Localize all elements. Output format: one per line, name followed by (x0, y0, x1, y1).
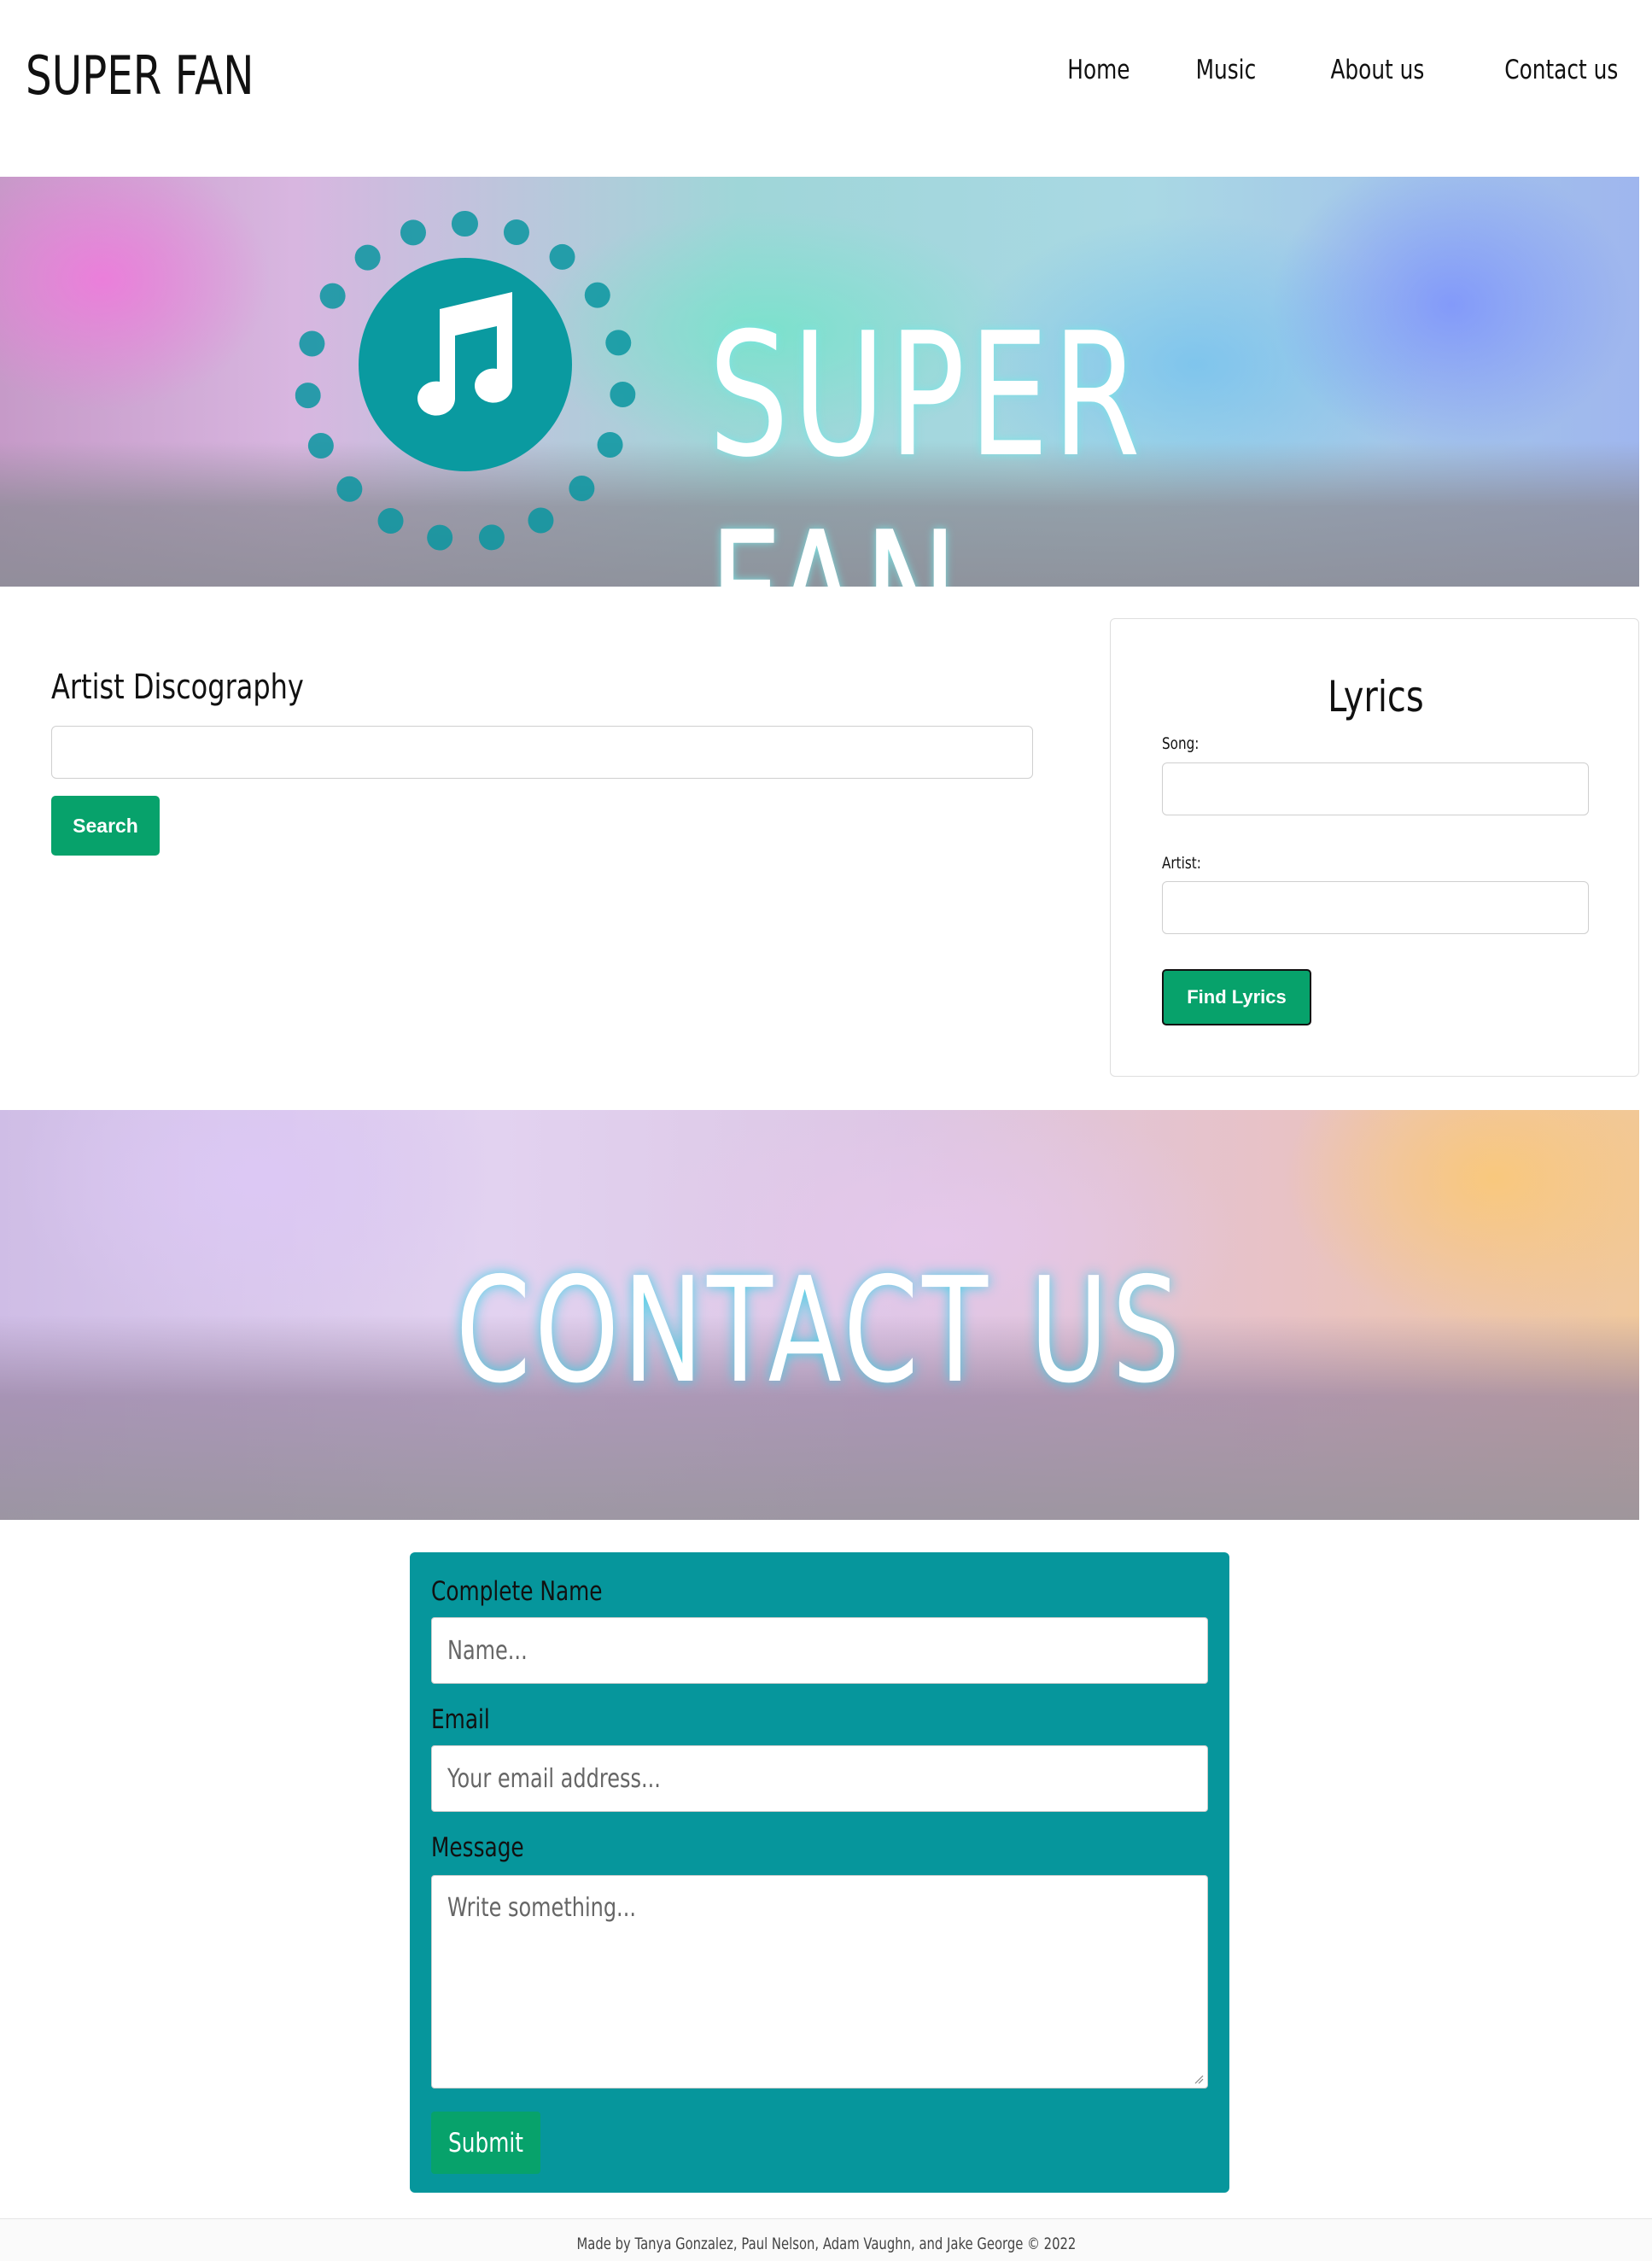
site-header: SUPER FAN Home Music About us Contact us (0, 0, 1652, 177)
discography-title: Artist Discography (51, 668, 304, 707)
message-field[interactable]: Write something... (431, 1875, 1208, 2089)
site-footer: Made by Tanya Gonzalez, Paul Nelson, Ada… (0, 2218, 1652, 2261)
footer-credits: Made by Tanya Gonzalez, Paul Nelson, Ada… (576, 2235, 1076, 2253)
submit-button[interactable]: Submit (431, 2112, 540, 2174)
resize-grip-icon[interactable] (1194, 2074, 1204, 2084)
artist-input[interactable] (1162, 881, 1589, 934)
main-nav: Home Music About us Contact us (1001, 55, 1618, 85)
discography-section: Artist Discography Search (51, 668, 1033, 856)
email-placeholder: Your email address... (447, 1763, 661, 1794)
contact-banner: CONTACT US (0, 1110, 1639, 1520)
lyrics-title: Lyrics (1327, 672, 1424, 722)
email-field[interactable]: Your email address... (431, 1745, 1208, 1812)
song-label: Song: (1162, 734, 1200, 753)
contact-title: CONTACT US (455, 1247, 1184, 1416)
message-label: Message (431, 1832, 524, 1863)
nav-contact-us[interactable]: Contact us (1504, 55, 1618, 85)
brand-logo-text[interactable]: SUPER FAN (26, 44, 254, 107)
artist-label: Artist: (1162, 854, 1201, 873)
song-input[interactable] (1162, 762, 1589, 815)
submit-label: Submit (448, 2127, 523, 2159)
name-field[interactable]: Name... (431, 1617, 1208, 1684)
name-label: Complete Name (431, 1576, 603, 1607)
contact-form: Complete Name Name... Email Your email a… (410, 1552, 1229, 2193)
artist-search-input[interactable] (51, 726, 1033, 779)
email-label: Email (431, 1704, 490, 1735)
music-note-icon (417, 292, 512, 416)
nav-about-us[interactable]: About us (1331, 55, 1425, 85)
name-placeholder: Name... (447, 1635, 528, 1666)
nav-home[interactable]: Home (1067, 55, 1130, 85)
nav-music[interactable]: Music (1196, 55, 1257, 85)
hero-banner: SUPER FAN (0, 177, 1639, 587)
find-lyrics-button[interactable]: Find Lyrics (1162, 969, 1311, 1025)
hero-title: SUPER FAN (709, 296, 1145, 587)
message-placeholder: Write something... (447, 1893, 636, 1923)
lyrics-card: Lyrics Song: Artist: Find Lyrics (1110, 618, 1639, 1077)
search-button[interactable]: Search (51, 796, 160, 856)
